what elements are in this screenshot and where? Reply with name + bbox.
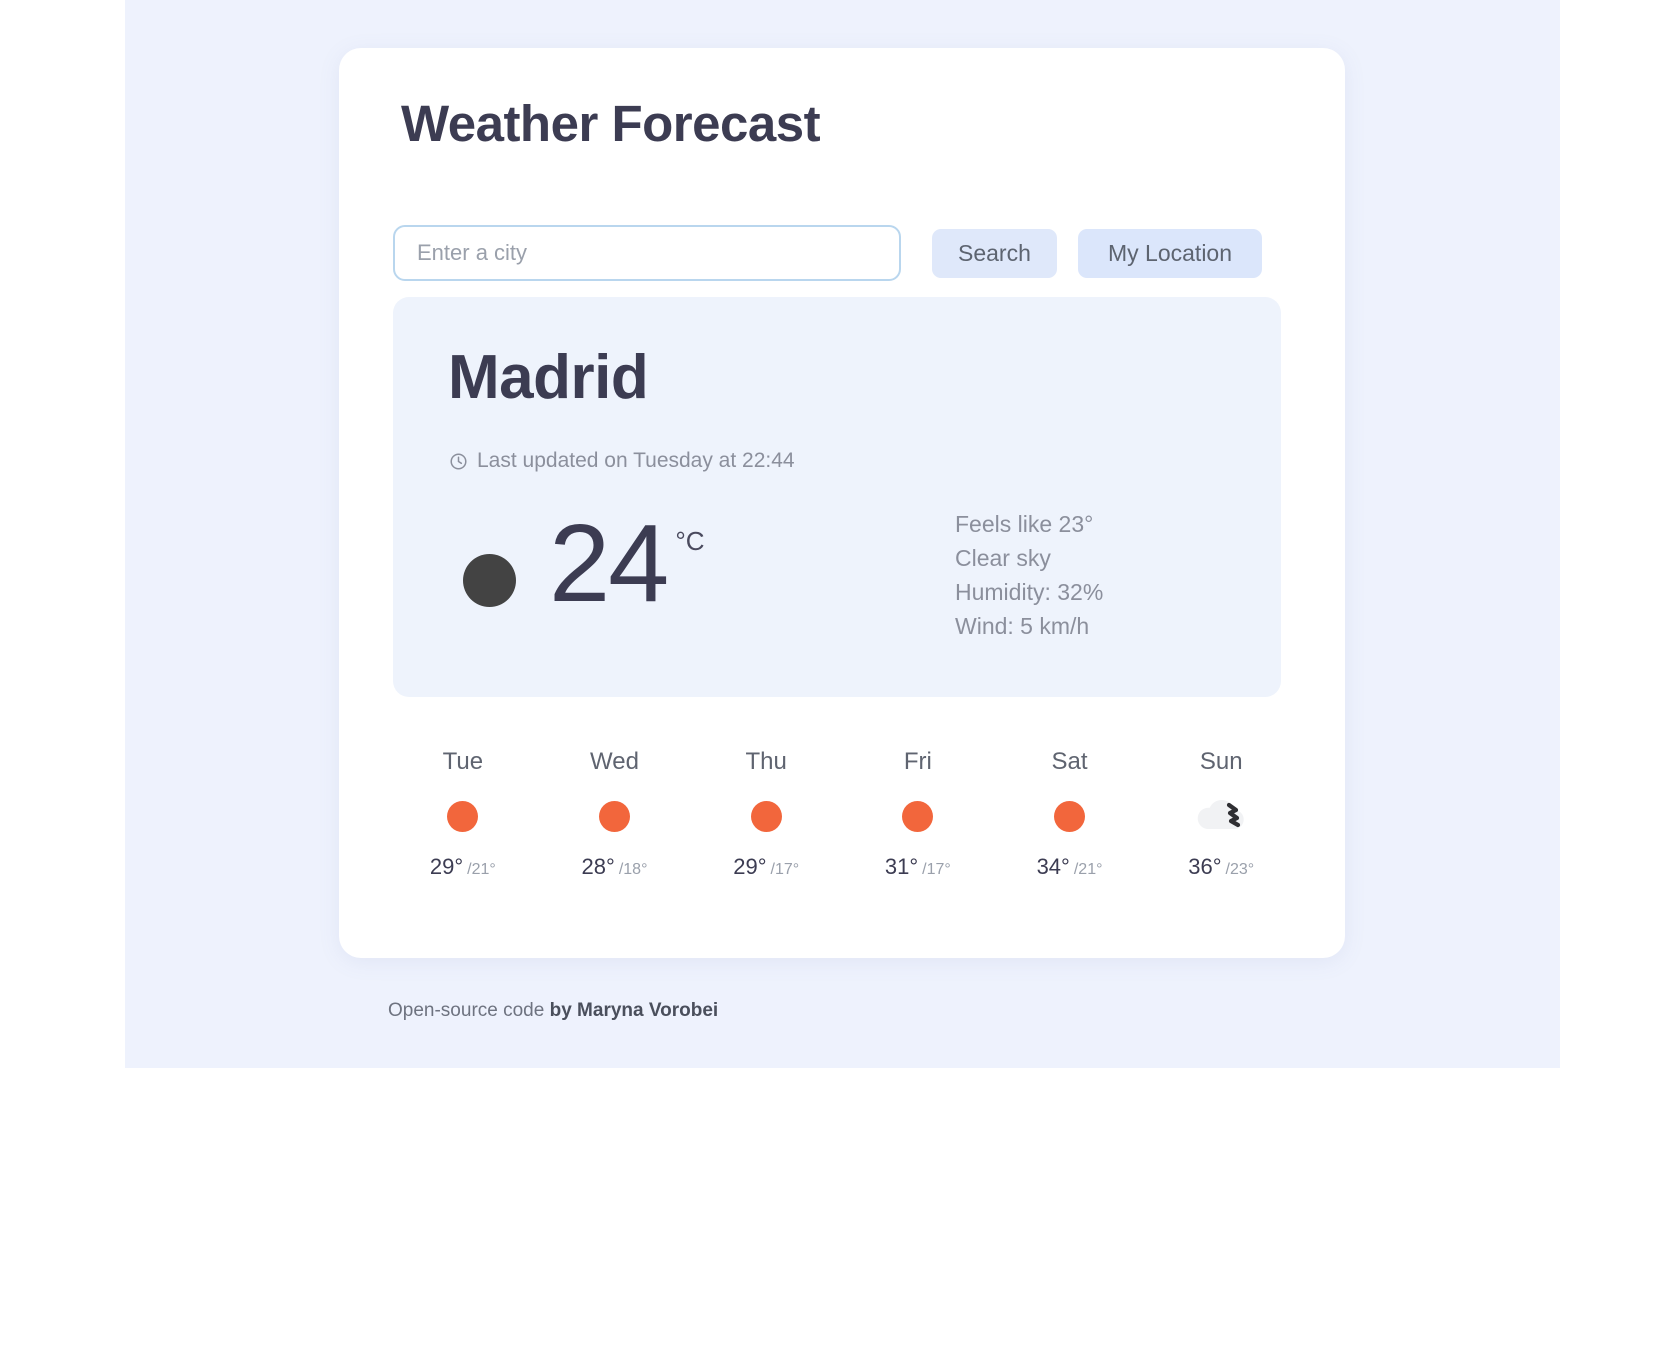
forecast-day-thu: Thu 29°/17° — [690, 748, 842, 880]
forecast-max-temp: 36° — [1188, 854, 1222, 879]
forecast-max-temp: 29° — [733, 854, 767, 879]
clock-icon — [449, 452, 468, 471]
forecast-day-label: Wed — [590, 748, 639, 775]
temperature-value: 24 — [549, 502, 669, 625]
sun-icon — [842, 790, 994, 842]
city-name: Madrid — [448, 343, 649, 412]
weather-description: Clear sky — [955, 545, 1051, 572]
weather-condition-icon — [463, 554, 516, 607]
search-button[interactable]: Search — [932, 229, 1057, 278]
forecast-day-fri: Fri 31°/17° — [842, 748, 994, 880]
forecast-temperatures: 29°/17° — [690, 854, 842, 880]
humidity: Humidity: 32% — [955, 579, 1104, 606]
forecast-temperatures: 36°/23° — [1145, 854, 1297, 880]
forecast-temperatures: 34°/21° — [994, 854, 1146, 880]
forecast-min-temp: /17° — [922, 861, 951, 878]
search-input[interactable] — [393, 225, 901, 281]
sun-icon — [387, 790, 539, 842]
my-location-button[interactable]: My Location — [1078, 229, 1263, 278]
footer-author: by Maryna Vorobei — [549, 1000, 719, 1021]
last-updated: Last updated on Tuesday at 22:44 — [449, 449, 795, 473]
forecast-min-temp: /23° — [1225, 861, 1255, 878]
wind: Wind: 5 km/h — [955, 613, 1090, 640]
footer: Open-source code by Maryna Vorobei — [388, 1000, 718, 1022]
temperature-block: 24 °C — [463, 502, 705, 625]
forecast-row: Tue 29°/21° Wed 28°/18° Thu 29°/17° Fri 31°/17°… — [387, 748, 1297, 880]
forecast-day-sat: Sat 34°/21° — [994, 748, 1146, 880]
forecast-max-temp: 29° — [429, 854, 464, 879]
forecast-max-temp: 34° — [1036, 854, 1070, 879]
current-weather-panel: Madrid Last updated on Tuesday at 22:44 … — [393, 297, 1281, 697]
forecast-day-label: Fri — [903, 748, 932, 775]
weather-details: Feels like 23° Clear sky Humidity: 32% W… — [955, 507, 1103, 643]
page-title: Weather Forecast — [401, 95, 821, 152]
forecast-min-temp: /21° — [1073, 861, 1103, 878]
footer-prefix: Open-source code — [388, 1000, 550, 1021]
search-row: Search My Location — [393, 225, 1303, 287]
forecast-min-temp: /18° — [618, 861, 648, 878]
forecast-day-label: Tue — [442, 748, 484, 775]
forecast-min-temp: /17° — [770, 861, 800, 878]
forecast-day-label: Sun — [1199, 748, 1243, 775]
temperature-unit: °C — [675, 526, 705, 556]
forecast-max-temp: 28° — [581, 854, 615, 879]
forecast-min-temp: /21° — [467, 861, 496, 878]
forecast-max-temp: 31° — [884, 854, 919, 879]
feels-like: Feels like 23° — [955, 511, 1094, 537]
forecast-temperatures: 31°/17° — [842, 854, 994, 880]
app-viewport: Weather Forecast Search My Location Madr… — [0, 0, 1660, 1356]
sun-icon — [690, 790, 842, 842]
cloud-icon — [1145, 790, 1297, 842]
forecast-day-tue: Tue 29°/21° — [387, 748, 539, 880]
forecast-day-label: Thu — [745, 748, 787, 775]
forecast-day-wed: Wed 28°/18° — [539, 748, 691, 880]
weather-app-card: Weather Forecast Search My Location Madr… — [339, 48, 1345, 958]
forecast-day-sun: Sun 36°/23° — [1145, 748, 1297, 880]
last-updated-text: Last updated on Tuesday at 22:44 — [477, 449, 795, 472]
forecast-day-label: Sat — [1051, 748, 1088, 775]
forecast-temperatures: 29°/21° — [387, 854, 539, 880]
sun-icon — [539, 790, 691, 842]
forecast-temperatures: 28°/18° — [539, 854, 691, 880]
sun-icon — [994, 790, 1146, 842]
